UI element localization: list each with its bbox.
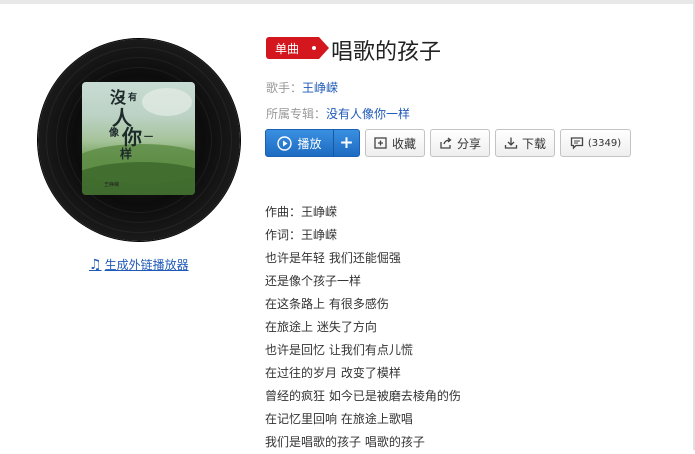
cover-title-char: 一 [144,133,154,143]
cover-title-char: 像 [109,128,119,139]
generate-player-label: 生成外链播放器 [104,258,189,272]
cover-title-char: 沒 [110,88,127,107]
cover-title-char: 你 [122,125,142,149]
lyric-line: 也许是回忆 让我们有点儿慌 [265,343,413,357]
lyric-line: 也许是年轻 我们还能倔强 [265,251,401,265]
collect-icon [374,137,387,149]
music-note-icon: ♫ [89,256,102,273]
collect-button[interactable]: 收藏 [365,129,425,157]
comment-count: (3349) [587,137,622,149]
download-icon [504,137,518,149]
album-row: 所属专辑：没有人像你一样 [266,105,410,122]
lyric-line: 我们是唱歌的孩子 唱歌的孩子 [265,435,425,449]
lyrics-block: 作曲：王峥嵘 作词：王峥嵘 也许是年轻 我们还能倔强 还是像个孩子一样 在这条路… [265,201,461,454]
album-label: 所属专辑： [266,107,327,121]
comment-icon [570,137,584,150]
song-title: 唱歌的孩子 [331,40,442,65]
lyric-line: 作曲：王峥嵘 [265,205,338,219]
lyric-line: 还是像个孩子一样 [265,274,362,288]
singer-label: 歌手： [266,81,303,95]
lyric-line: 在这条路上 有很多感伤 [265,297,389,311]
comment-button[interactable]: (3349) [560,129,631,157]
singer-link[interactable]: 王峥嵘 [302,81,338,95]
generate-player-link[interactable]: ♫ 生成外链播放器 [89,256,189,273]
singer-row: 歌手：王峥嵘 [266,79,338,96]
cover-title-char: 样 [120,147,133,161]
add-to-playlist-button[interactable]: + [334,130,359,156]
lyric-line: 在过往的岁月 改变了模样 [265,366,401,380]
play-button-group: 播放 + [265,129,360,157]
lyric-line: 曾经的疯狂 如今已是被磨去棱角的伤 [265,389,461,403]
lyric-line: 在旅途上 迷失了方向 [265,320,377,334]
play-button[interactable]: 播放 [266,130,334,156]
share-icon [440,137,452,149]
album-link[interactable]: 没有人像你一样 [326,107,410,121]
play-icon [277,135,293,151]
share-button[interactable]: 分享 [430,129,490,157]
single-badge: 单曲 [266,37,329,59]
cover-artist-tag: 王峥嵘 [104,182,120,188]
download-button[interactable]: 下载 [495,129,555,157]
album-cover[interactable]: 沒 有 人 像 你 一 样 王峥嵘 [82,82,195,195]
lyric-line: 在记忆里回响 在旅途上歌唱 [265,412,413,426]
top-border [0,0,695,4]
cover-title-char: 有 [128,93,138,103]
lyric-line: 作词：王峥嵘 [265,228,338,242]
